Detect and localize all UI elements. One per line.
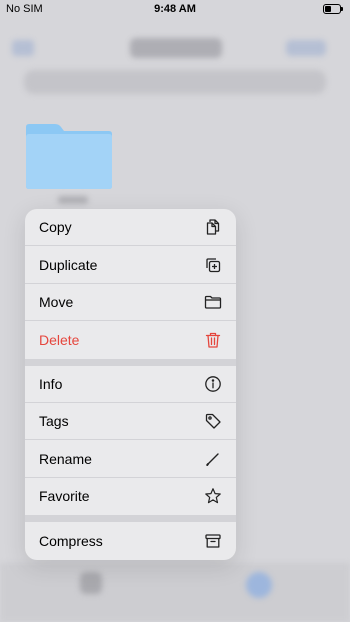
menu-item-tags[interactable]: Tags <box>25 403 236 441</box>
menu-item-label: Info <box>39 375 63 392</box>
back-button-blurred <box>12 40 34 56</box>
menu-item-delete[interactable]: Delete <box>25 321 236 358</box>
menu-item-label: Compress <box>39 532 103 549</box>
menu-item-label: Delete <box>39 331 80 348</box>
menu-item-info[interactable]: Info <box>25 366 236 403</box>
menu-item-label: Duplicate <box>39 256 98 273</box>
menu-item-copy[interactable]: Copy <box>25 209 236 247</box>
menu-item-rename[interactable]: Rename <box>25 440 236 478</box>
battery-icon <box>323 4 343 14</box>
menu-item-favorite[interactable]: Favorite <box>25 478 236 515</box>
tab-bar-blurred <box>0 564 350 622</box>
tab-browse-blurred <box>246 572 272 598</box>
menu-item-label: Rename <box>39 450 92 467</box>
folder-icon <box>26 124 112 189</box>
select-button-blurred <box>286 40 326 56</box>
menu-item-compress[interactable]: Compress <box>25 522 236 559</box>
pencil-icon <box>204 450 222 468</box>
menu-group-separator <box>25 515 236 523</box>
menu-item-move[interactable]: Move <box>25 284 236 322</box>
folder-icon <box>204 293 222 311</box>
search-bar-blurred <box>24 70 326 94</box>
menu-group-separator <box>25 358 236 366</box>
menu-item-label: Favorite <box>39 488 90 505</box>
menu-item-label: Tags <box>39 413 69 430</box>
folder-preview[interactable] <box>25 122 113 190</box>
nav-title-blurred <box>130 38 222 58</box>
menu-item-label: Copy <box>39 219 72 236</box>
archive-icon <box>204 532 222 550</box>
context-menu: Copy Duplicate Move Delete Info Tags Ren… <box>25 209 236 560</box>
tab-recents-blurred <box>80 572 102 594</box>
duplicate-icon <box>204 256 222 274</box>
info-icon <box>204 375 222 393</box>
clock: 9:48 AM <box>154 3 196 15</box>
folder-name-blurred <box>58 196 88 204</box>
menu-item-duplicate[interactable]: Duplicate <box>25 246 236 284</box>
menu-item-label: Move <box>39 293 74 310</box>
status-bar: No SIM 9:48 AM <box>0 0 350 18</box>
trash-icon <box>204 331 222 349</box>
star-icon <box>204 487 222 505</box>
copy-icon <box>204 218 222 236</box>
tag-icon <box>204 412 222 430</box>
